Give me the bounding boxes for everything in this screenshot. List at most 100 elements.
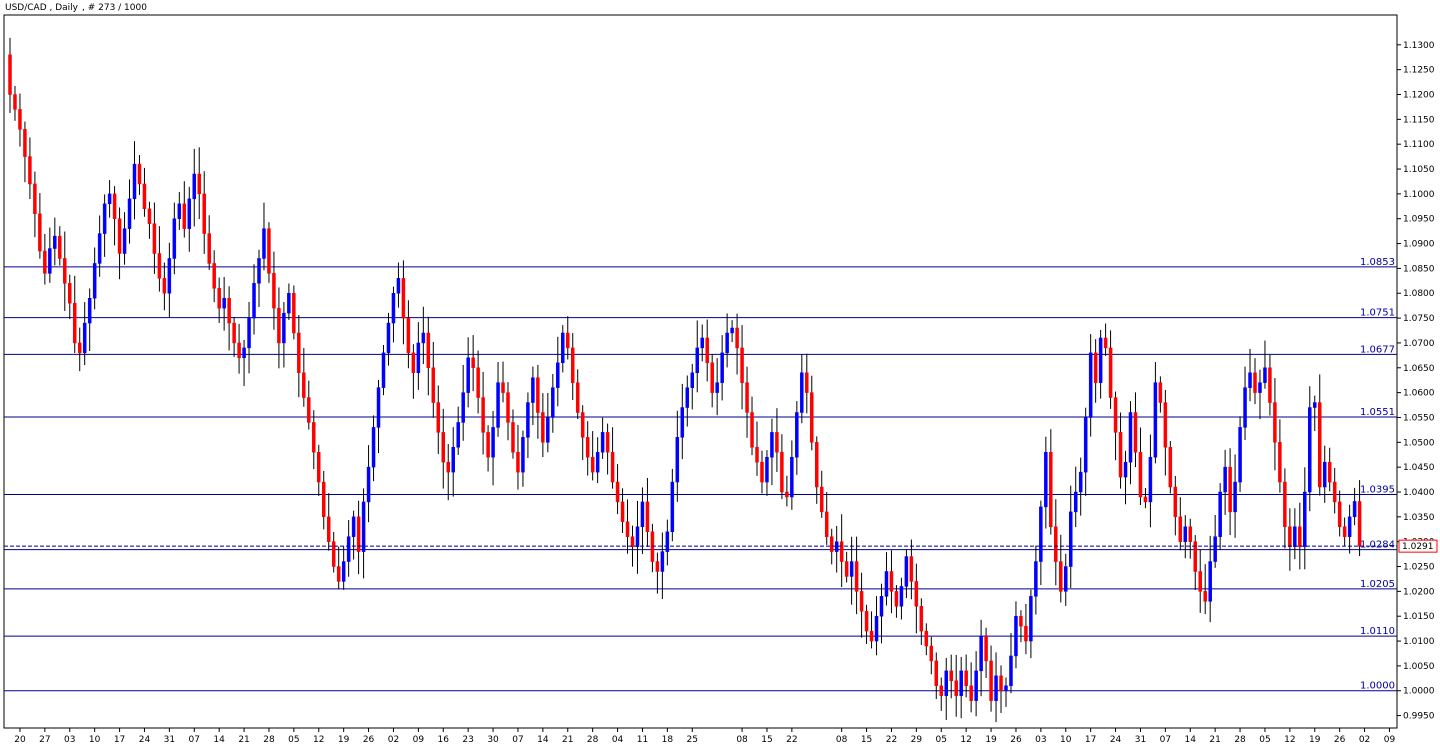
- candle-body: [43, 250, 47, 274]
- candle-body: [1183, 526, 1188, 542]
- y-tick-label: 1.0100: [1403, 637, 1435, 647]
- candle-body: [321, 481, 326, 518]
- candle-body: [227, 297, 231, 324]
- candle-body: [272, 273, 276, 309]
- candle-body: [68, 283, 72, 304]
- x-tick-label: 07: [189, 735, 200, 745]
- y-tick-label: 1.0750: [1403, 314, 1435, 324]
- candle-body: [590, 456, 595, 473]
- candle-body: [252, 283, 256, 319]
- y-tick-label: 1.0900: [1403, 240, 1435, 250]
- usdcad-daily-chart[interactable]: 1.0853 1.0751 1.0677 1.0551 1.0395 1.0284 1.02…: [0, 0, 1440, 750]
- y-tick-label: 1.0500: [1403, 438, 1435, 448]
- candle-body: [351, 516, 356, 537]
- candle-body: [346, 536, 351, 562]
- candle-body: [8, 54, 12, 95]
- x-tick-label: 27: [39, 735, 50, 745]
- candle-body: [919, 606, 924, 632]
- y-tick-label: 1.1250: [1403, 66, 1435, 76]
- candle-body: [1298, 526, 1302, 547]
- candle-body: [1059, 561, 1063, 592]
- candle-body: [391, 292, 396, 324]
- candle-body: [979, 635, 983, 672]
- candle-body: [1303, 491, 1307, 547]
- candle-body: [531, 377, 535, 403]
- candle-body: [994, 675, 998, 701]
- candle-body: [725, 332, 729, 354]
- x-tick-label: 08: [736, 735, 748, 745]
- candle-body: [1168, 447, 1173, 488]
- candle-body: [401, 278, 406, 319]
- candle-body: [1153, 382, 1158, 458]
- candle-body: [735, 327, 739, 349]
- candle-body: [1283, 481, 1287, 528]
- candle-body: [954, 680, 958, 696]
- candle-body: [1039, 506, 1043, 562]
- candle-body: [416, 342, 421, 373]
- candle-body: [755, 447, 759, 463]
- candle-body: [924, 630, 929, 647]
- candle-body: [680, 407, 685, 438]
- x-tick-label: 28: [263, 735, 275, 745]
- x-tick-label: 24: [139, 735, 151, 745]
- candle-body: [1173, 486, 1178, 518]
- x-tick-label: 11: [637, 735, 648, 745]
- candle-body: [934, 660, 939, 687]
- candle-body: [760, 461, 764, 483]
- candle-body: [1347, 516, 1352, 537]
- candle-body: [456, 422, 460, 448]
- y-tick-label: 0.9950: [1403, 712, 1435, 722]
- candle-body: [615, 481, 620, 503]
- candle-body: [1073, 491, 1078, 513]
- candle-body: [556, 362, 560, 388]
- y-tick-label: 1.1300: [1403, 41, 1435, 51]
- candle-body: [38, 213, 42, 252]
- candle-body: [1317, 402, 1322, 488]
- level-label: 1.0205: [1360, 579, 1395, 590]
- candle-body: [969, 685, 973, 701]
- y-tick-label: 1.0050: [1403, 662, 1435, 672]
- candle-body: [1213, 536, 1217, 562]
- candle-body: [1108, 347, 1113, 398]
- candle-body: [147, 208, 152, 224]
- candle-body: [23, 129, 27, 157]
- x-tick-label: 03: [1035, 735, 1046, 745]
- level-label: 1.0677: [1360, 344, 1395, 355]
- candle-body: [894, 591, 899, 607]
- candle-body: [436, 402, 441, 433]
- x-tick-label: 05: [1259, 735, 1270, 745]
- candle-body: [1322, 461, 1327, 488]
- x-tick-label: 07: [1160, 735, 1171, 745]
- candle-body: [72, 302, 77, 344]
- x-tick-label: 31: [164, 735, 175, 745]
- candle-body: [1253, 372, 1257, 393]
- candle-body: [610, 451, 615, 483]
- candle-body: [1233, 481, 1237, 513]
- candle-body: [1014, 615, 1018, 657]
- candle-body: [570, 347, 575, 383]
- candle-body: [989, 660, 993, 701]
- candle-body: [297, 332, 301, 373]
- x-tick-label: 14: [537, 735, 549, 745]
- candle-body: [1034, 561, 1038, 597]
- candle-body: [1113, 397, 1118, 433]
- candle-body: [1138, 451, 1143, 498]
- chart-title: USD/CAD , Daily: [5, 3, 79, 13]
- x-tick-label: 21: [562, 735, 573, 745]
- x-tick-label: 10: [1060, 735, 1072, 745]
- candle-body: [1278, 442, 1282, 483]
- x-tick-label: 26: [1010, 735, 1022, 745]
- candle-body: [1248, 372, 1252, 388]
- candle-body: [1088, 352, 1093, 418]
- candle-body: [1103, 337, 1108, 349]
- candle-body: [1143, 496, 1148, 503]
- candle-body: [1093, 352, 1098, 383]
- candle-body: [396, 278, 401, 294]
- candle-body: [277, 307, 281, 344]
- candle-body: [411, 352, 416, 373]
- y-tick-label: 1.0450: [1403, 463, 1435, 473]
- candle-body: [172, 218, 177, 259]
- x-tick-label: 10: [89, 735, 101, 745]
- candle-body: [1044, 451, 1048, 508]
- candle-body: [1024, 625, 1028, 642]
